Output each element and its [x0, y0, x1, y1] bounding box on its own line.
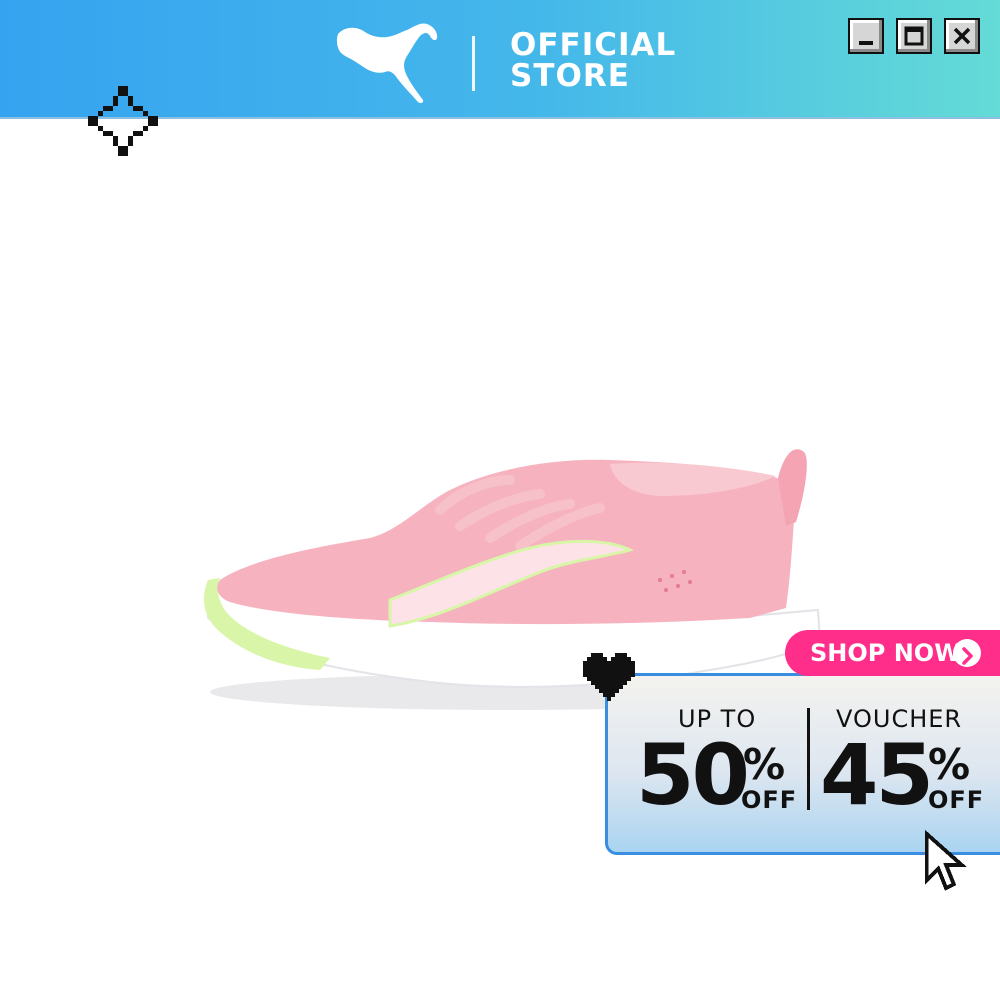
voucher-percent: %: [928, 740, 971, 789]
shop-now-label: SHOP NOW: [810, 639, 961, 667]
close-icon: [953, 27, 971, 45]
minimize-icon: [859, 41, 873, 45]
header-divider: [472, 36, 475, 91]
voucher-number: 45: [820, 726, 934, 824]
promo-divider: [807, 708, 810, 810]
store-label-line1: OFFICIAL: [510, 27, 677, 63]
maximize-button[interactable]: [896, 18, 932, 54]
chevron-right-icon: [953, 639, 981, 667]
shop-now-button[interactable]: SHOP NOW: [785, 630, 1000, 676]
close-button[interactable]: [944, 18, 980, 54]
minimize-button[interactable]: [848, 18, 884, 54]
voucher-off: OFF: [928, 786, 985, 814]
discount-percent: %: [743, 740, 786, 789]
heart-icon: [583, 653, 635, 701]
store-label-line2: STORE: [510, 58, 630, 94]
sparkle-icon: [88, 86, 158, 156]
store-label: OFFICIAL STORE: [510, 30, 676, 92]
maximize-icon: [904, 26, 924, 46]
cursor-icon: [924, 830, 967, 891]
discount-number: 50: [636, 726, 750, 824]
discount-off: OFF: [741, 786, 798, 814]
puma-logo-icon[interactable]: [335, 20, 440, 104]
